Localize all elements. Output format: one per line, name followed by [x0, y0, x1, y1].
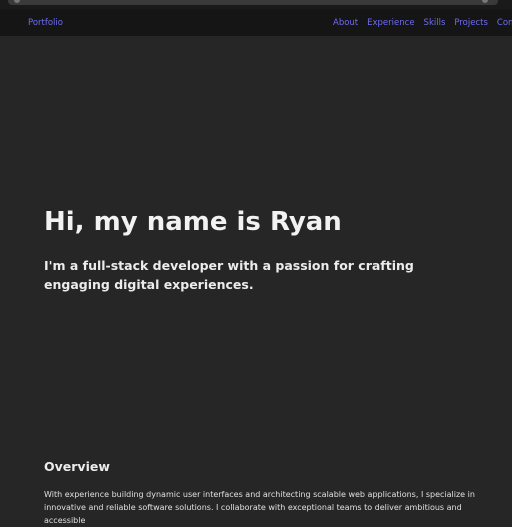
nav-links: About Experience Skills Projects Contact	[333, 18, 512, 28]
overview-body: With experience building dynamic user in…	[44, 490, 475, 525]
brand-link[interactable]: Portfolio	[28, 18, 63, 28]
browser-address-bar[interactable]	[8, 0, 498, 5]
hero-title: Hi, my name is Ryan	[44, 207, 342, 237]
hero-subtitle: I'm a full-stack developer with a passio…	[44, 258, 414, 292]
overview-heading: Overview	[44, 459, 110, 474]
nav-link-contact[interactable]: Contact	[497, 18, 512, 28]
top-navbar: Portfolio About Experience Skills Projec…	[0, 9, 512, 36]
nav-link-projects[interactable]: Projects	[454, 18, 488, 28]
nav-link-about[interactable]: About	[333, 18, 358, 28]
nav-link-skills[interactable]: Skills	[424, 18, 446, 28]
browser-chrome	[0, 0, 512, 9]
nav-link-experience[interactable]: Experience	[367, 18, 414, 28]
